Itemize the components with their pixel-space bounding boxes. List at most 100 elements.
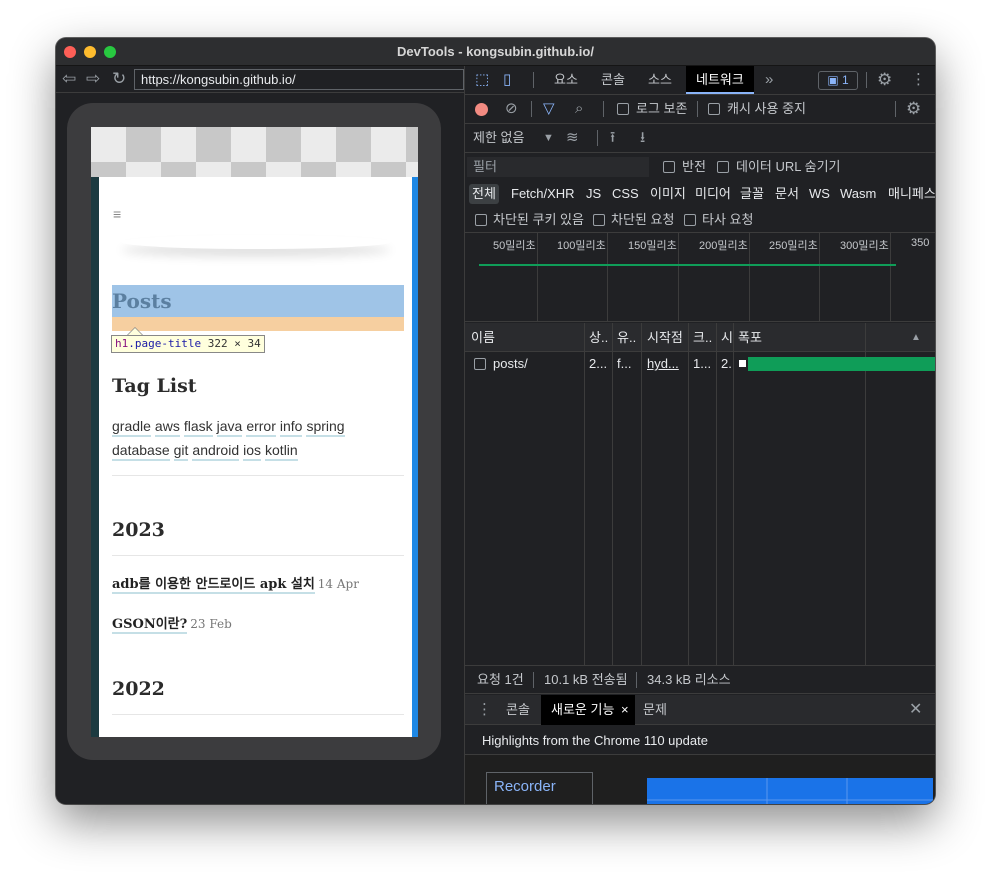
post-title[interactable]: adb를 이용한 안드로이드 apk 설치 bbox=[112, 577, 315, 594]
url-input[interactable]: https://kongsubin.github.io/ bbox=[134, 69, 464, 90]
filter-input[interactable]: 필터 bbox=[467, 157, 649, 177]
zoom-window-button[interactable] bbox=[104, 46, 116, 58]
type-filter-manifest[interactable]: 매니페스 bbox=[885, 184, 935, 204]
menu-icon[interactable]: ≡ bbox=[113, 206, 121, 222]
column-waterfall[interactable]: 폭포 bbox=[738, 323, 778, 352]
post-title[interactable]: GSON이란? bbox=[112, 617, 188, 634]
cell-initiator[interactable]: hyd... bbox=[647, 353, 687, 375]
type-filter-font[interactable]: 글꼴 bbox=[737, 184, 767, 204]
request-icon bbox=[474, 358, 486, 370]
blocked-requests-checkbox[interactable] bbox=[593, 214, 605, 226]
sort-ascending-icon[interactable]: ▲ bbox=[911, 323, 925, 352]
type-filter-img[interactable]: 이미지 bbox=[647, 184, 689, 204]
filter-icon[interactable]: ▽ bbox=[543, 99, 555, 119]
drawer-menu-icon[interactable]: ⋮ bbox=[477, 700, 492, 720]
tag-link[interactable]: android bbox=[192, 442, 240, 461]
more-tabs-icon[interactable]: » bbox=[765, 70, 773, 90]
blocked-cookies-checkbox[interactable] bbox=[475, 214, 487, 226]
close-window-button[interactable] bbox=[64, 46, 76, 58]
type-filter-all[interactable]: 전체 bbox=[469, 184, 499, 204]
search-icon[interactable]: ⌕ bbox=[575, 99, 583, 119]
import-har-icon[interactable]: ⭱ bbox=[610, 128, 615, 148]
type-filter-doc[interactable]: 문서 bbox=[772, 184, 802, 204]
tag-link[interactable]: info bbox=[279, 418, 303, 437]
inspect-element-icon[interactable]: ⬚ bbox=[475, 70, 489, 90]
preserve-log-checkbox[interactable] bbox=[617, 103, 629, 115]
close-tab-icon[interactable]: × bbox=[621, 695, 629, 725]
timeline-tick: 350 bbox=[911, 237, 930, 249]
clear-icon[interactable]: ⊘ bbox=[505, 99, 518, 119]
whats-new-body: Recorder panel bbox=[465, 754, 935, 804]
tab-network[interactable]: 네트워크 bbox=[686, 66, 754, 94]
tag-link[interactable]: spring bbox=[306, 418, 345, 437]
drawer-tab-console[interactable]: 콘솔 bbox=[496, 695, 540, 725]
type-filter-js[interactable]: JS bbox=[583, 184, 604, 204]
column-initiator[interactable]: 시작점 bbox=[647, 323, 687, 352]
disable-cache-checkbox[interactable] bbox=[708, 103, 720, 115]
export-har-icon[interactable]: ⭳ bbox=[640, 128, 645, 148]
type-filter-wasm[interactable]: Wasm bbox=[837, 184, 879, 204]
drawer-tab-issues[interactable]: 문제 bbox=[633, 695, 677, 725]
tab-elements[interactable]: 요소 bbox=[544, 66, 588, 94]
network-conditions-icon[interactable]: ≋ bbox=[566, 128, 579, 148]
tag-link[interactable]: git bbox=[173, 442, 189, 461]
table-row[interactable]: posts/ 2... f... hyd... 1... 2. bbox=[465, 353, 935, 375]
type-filter-fetch[interactable]: Fetch/XHR bbox=[508, 184, 578, 204]
summary-requests: 요청 1건 bbox=[477, 672, 524, 687]
issues-badge[interactable]: ▣ 1 bbox=[818, 71, 858, 90]
hide-data-urls-label: 데이터 URL 숨기기 bbox=[736, 159, 841, 174]
settings-gear-icon[interactable]: ⚙ bbox=[877, 70, 892, 90]
post-item[interactable]: adb를 이용한 안드로이드 apk 설치 14 Apr bbox=[112, 573, 359, 594]
record-button[interactable] bbox=[475, 103, 488, 116]
web-page: ≡ Posts h1.page-title 322 × 34 Tag List … bbox=[91, 177, 418, 737]
recorder-panel-link[interactable]: Recorder bbox=[494, 778, 556, 795]
network-summary-bar: 요청 1건 10.1 kB 전송됨 34.3 kB 리소스 bbox=[465, 665, 935, 694]
hide-data-urls-checkbox[interactable] bbox=[717, 161, 729, 173]
timeline-tick: 50밀리초 bbox=[493, 240, 536, 252]
timeline-tick: 300밀리초 bbox=[840, 240, 889, 252]
section-divider bbox=[112, 475, 404, 476]
tag-link[interactable]: database bbox=[112, 442, 170, 461]
summary-resources: 34.3 kB 리소스 bbox=[647, 672, 731, 687]
post-item[interactable]: GSON이란? 23 Feb bbox=[112, 613, 232, 634]
page-right-edge bbox=[412, 177, 418, 737]
timeline-request-bar bbox=[479, 264, 896, 266]
tag-link[interactable]: gradle bbox=[112, 418, 151, 437]
kebab-menu-icon[interactable]: ⋮ bbox=[911, 70, 926, 90]
column-size[interactable]: 크.. bbox=[693, 323, 713, 352]
type-filter-css[interactable]: CSS bbox=[609, 184, 642, 204]
drawer-tab-whats-new[interactable]: 새로운 기능 × bbox=[541, 695, 635, 725]
device-toolbar-icon[interactable]: ▯ bbox=[503, 70, 511, 90]
tag-link[interactable]: java bbox=[216, 418, 243, 437]
back-arrow-icon[interactable]: ⇦ bbox=[62, 68, 76, 90]
column-type[interactable]: 유.. bbox=[617, 323, 639, 352]
tab-console[interactable]: 콘솔 bbox=[591, 66, 635, 94]
tag-link[interactable]: error bbox=[246, 418, 276, 437]
throttling-select[interactable]: 제한 없음 bbox=[473, 130, 524, 146]
close-drawer-icon[interactable]: ✕ bbox=[909, 700, 922, 720]
filter-row: 필터 반전 데이터 URL 숨기기 bbox=[465, 153, 935, 181]
inspect-highlight-margin bbox=[112, 317, 404, 331]
column-time[interactable]: 시 bbox=[721, 323, 733, 352]
timeline-gridline bbox=[607, 233, 608, 321]
column-name[interactable]: 이름 bbox=[471, 323, 581, 352]
timeline-gridline bbox=[890, 233, 891, 321]
tag-link[interactable]: kotlin bbox=[265, 442, 298, 461]
tag-link[interactable]: aws bbox=[154, 418, 180, 437]
dropdown-arrow-icon[interactable]: ▼ bbox=[543, 128, 554, 148]
tab-sources[interactable]: 소스 bbox=[638, 66, 682, 94]
minimize-window-button[interactable] bbox=[84, 46, 96, 58]
reload-icon[interactable]: ↻ bbox=[112, 68, 126, 90]
tooltip-arrow-inner bbox=[128, 328, 142, 335]
blocked-requests-label: 차단된 요청 bbox=[611, 212, 675, 227]
forward-arrow-icon[interactable]: ⇨ bbox=[86, 68, 100, 90]
third-party-checkbox[interactable] bbox=[684, 214, 696, 226]
type-filter-media[interactable]: 미디어 bbox=[692, 184, 734, 204]
network-settings-icon[interactable]: ⚙ bbox=[906, 99, 921, 119]
tag-link[interactable]: ios bbox=[243, 442, 262, 461]
tag-link[interactable]: flask bbox=[183, 418, 213, 437]
column-status[interactable]: 상.. bbox=[589, 323, 613, 352]
invert-checkbox[interactable] bbox=[663, 161, 675, 173]
type-filter-ws[interactable]: WS bbox=[806, 184, 833, 204]
overview-timeline[interactable]: 50밀리초 100밀리초 150밀리초 200밀리초 250밀리초 300밀리초… bbox=[465, 233, 935, 322]
